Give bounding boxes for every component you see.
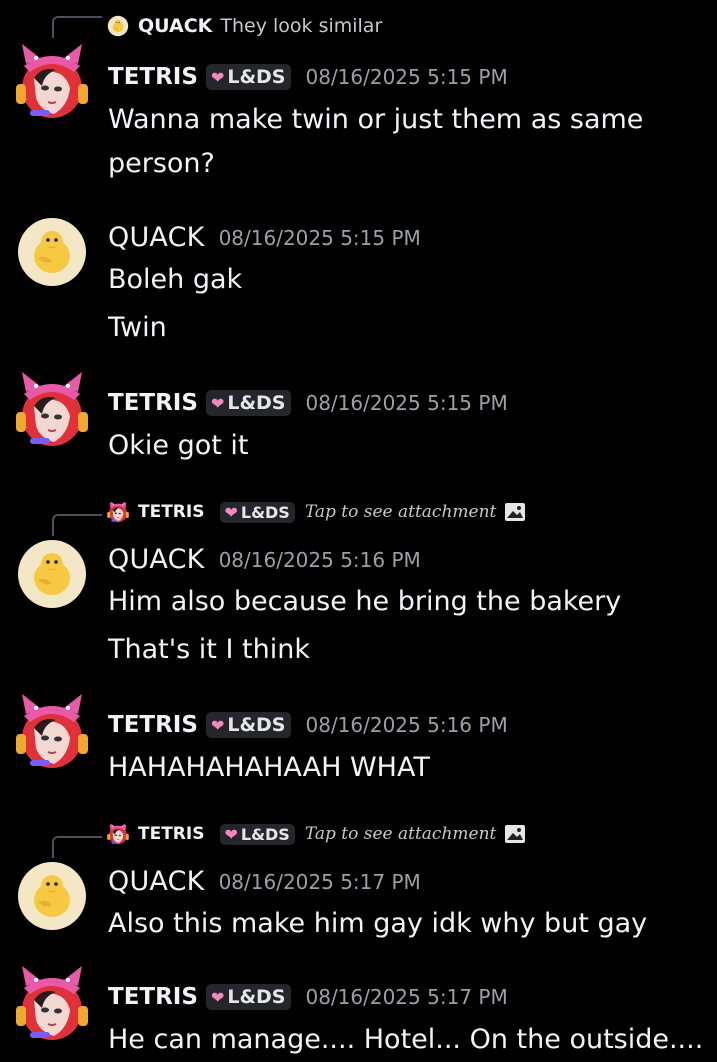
guild-tag[interactable]: ❤ L&DS [205,64,292,90]
reply-text: They look similar [220,15,383,37]
message-line: Twin [108,312,167,343]
author-name[interactable]: QUACK [108,866,205,897]
message-line: Boleh gak [108,264,243,295]
timestamp: 08/16/2025 5:15 PM [305,65,508,89]
timestamp: 08/16/2025 5:16 PM [218,547,421,572]
message-line: Wanna make twin or just them as same [108,104,644,135]
reply-preview[interactable]: QUACK They look similar [106,14,382,38]
reply-author: TETRIS [138,502,205,522]
reply-connector [52,16,102,38]
heart-icon: ❤ [210,393,225,413]
heart-icon: ❤ [224,824,238,844]
image-icon [504,502,526,522]
timestamp: 08/16/2025 5:15 PM [218,225,421,250]
author-name[interactable]: QUACK [108,222,205,253]
message-header: QUACK 08/16/2025 5:15 PM [108,222,421,253]
reply-author: QUACK [138,15,213,37]
avatar[interactable] [12,43,92,124]
attachment-hint: Tap to see attachment [304,824,497,844]
avatar[interactable] [12,965,92,1046]
message-line: Okie got it [108,430,249,461]
avatar[interactable] [12,856,92,936]
message-header: TETRIS ❤ L&DS 08/16/2025 5:15 PM [108,390,508,416]
image-icon [504,824,526,844]
author-name[interactable]: QUACK [108,544,205,575]
guild-tag: ❤ L&DS [220,501,295,523]
author-name[interactable]: TETRIS [108,390,198,416]
tetris-avatar-icon [106,500,130,524]
avatar[interactable] [12,534,92,614]
message-line: Him also because he bring the bakery [108,586,622,617]
reply-connector [52,836,102,858]
heart-icon: ❤ [210,987,225,1007]
heart-icon: ❤ [210,67,225,87]
author-name[interactable]: TETRIS [108,712,198,738]
avatar[interactable] [12,693,92,774]
timestamp: 08/16/2025 5:17 PM [305,985,508,1009]
author-name[interactable]: TETRIS [108,984,198,1010]
timestamp: 08/16/2025 5:17 PM [218,869,421,894]
tetris-avatar-icon [106,822,130,846]
reply-preview[interactable]: TETRIS ❤ L&DS Tap to see attachment [106,822,526,846]
message-line: Also this make him gay idk why but gay [108,908,648,939]
guild-tag[interactable]: ❤ L&DS [205,390,292,416]
message-header: TETRIS ❤ L&DS 08/16/2025 5:16 PM [108,712,508,738]
message-line: HAHAHAHAHAAH WHAT [108,752,430,783]
attachment-hint: Tap to see attachment [304,502,497,522]
message-header: TETRIS ❤ L&DS 08/16/2025 5:15 PM [108,64,508,90]
message-line: He can manage.... Hotel... On the outsid… [108,1024,704,1055]
heart-icon: ❤ [210,715,225,735]
avatar[interactable] [12,371,92,452]
guild-tag[interactable]: ❤ L&DS [205,712,292,738]
author-name[interactable]: TETRIS [108,64,198,90]
guild-tag: ❤ L&DS [220,823,295,845]
timestamp: 08/16/2025 5:16 PM [305,713,508,737]
message-header: QUACK 08/16/2025 5:17 PM [108,866,421,897]
message-line: person? [108,148,215,179]
duck-avatar-icon [106,14,130,38]
reply-connector [52,514,102,536]
guild-tag[interactable]: ❤ L&DS [205,984,292,1010]
avatar[interactable] [12,212,92,292]
timestamp: 08/16/2025 5:15 PM [305,391,508,415]
message-line: That's it I think [108,634,310,665]
message-header: TETRIS ❤ L&DS 08/16/2025 5:17 PM [108,984,508,1010]
reply-author: TETRIS [138,824,205,844]
message-header: QUACK 08/16/2025 5:16 PM [108,544,421,575]
heart-icon: ❤ [224,502,238,522]
reply-preview[interactable]: TETRIS ❤ L&DS Tap to see attachment [106,500,526,524]
